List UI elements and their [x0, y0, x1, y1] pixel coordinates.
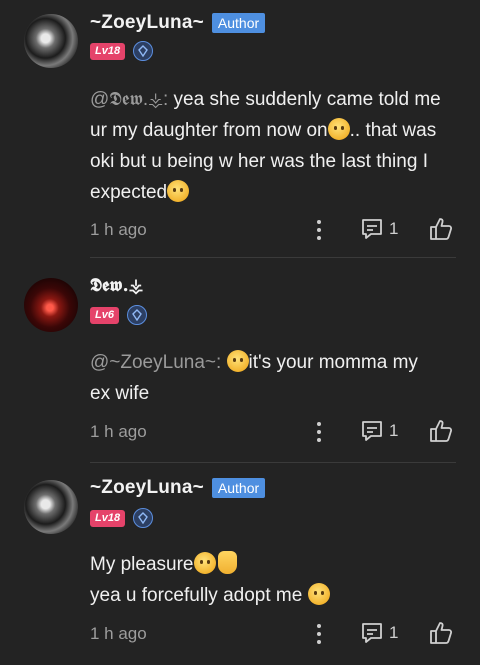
emoji — [226, 350, 249, 372]
avatar[interactable] — [24, 14, 78, 68]
badge-row: Lv18 — [90, 508, 154, 528]
timestamp: 1 h ago — [90, 422, 147, 441]
timestamp: 1 h ago — [90, 624, 147, 643]
reply-button[interactable]: 1 — [360, 419, 398, 443]
comment-text: My pleasure yea u forcefully adopt me — [90, 549, 454, 611]
diamond-icon — [126, 305, 147, 325]
comment-item: ~ZoeyLuna~ Author Lv18 @𝕯𝖊𝖜.⚶: yea she s… — [0, 0, 480, 258]
name-row: 𝕯𝖊𝖜.⚶ — [90, 275, 143, 296]
name-row: ~ZoeyLuna~ Author — [90, 477, 266, 499]
reply-count: 1 — [389, 219, 399, 238]
level-badge: Lv18 — [90, 42, 126, 60]
comment-line: yea u forcefully adopt me — [90, 580, 454, 611]
reply-count: 1 — [389, 421, 399, 440]
timestamp: 1 h ago — [90, 220, 147, 239]
badge-row: Lv6 — [90, 305, 147, 325]
mention[interactable]: @~ZoeyLuna~: — [90, 352, 221, 373]
level-badge: Lv6 — [90, 306, 119, 324]
like-icon[interactable] — [428, 418, 454, 449]
comment-text: @𝕯𝖊𝖜.⚶: yea she suddenly came told me ur… — [90, 84, 454, 208]
username[interactable]: ~ZoeyLuna~ — [90, 477, 204, 499]
diamond-icon — [133, 41, 154, 61]
reply-icon — [362, 219, 382, 239]
hand-emoji — [217, 551, 237, 574]
emoji — [307, 583, 330, 605]
reply-icon — [362, 421, 382, 441]
author-badge: Author — [211, 13, 266, 33]
reply-button[interactable]: 1 — [360, 621, 398, 645]
emoji — [193, 552, 216, 574]
comment-item: ~ZoeyLuna~ Author Lv18 My pleasure yea u… — [0, 463, 480, 665]
reply-count: 1 — [389, 623, 399, 642]
meta-row: 1 h ago 1 — [90, 619, 456, 649]
diamond-icon — [133, 508, 154, 528]
comment-line: My pleasure — [90, 549, 454, 580]
emoji — [167, 180, 190, 202]
emoji — [327, 118, 350, 140]
comment-text-part: yea u forcefully adopt me — [90, 585, 303, 606]
avatar[interactable] — [24, 278, 78, 332]
avatar[interactable] — [24, 480, 78, 534]
meta-row: 1 h ago 1 — [90, 417, 456, 447]
comment-text-part: My pleasure — [90, 554, 194, 575]
reply-icon — [362, 623, 382, 643]
comment-text: @~ZoeyLuna~: it's your momma my ex wife — [90, 347, 430, 409]
more-icon[interactable] — [316, 422, 322, 442]
badge-row: Lv18 — [90, 41, 154, 61]
like-icon[interactable] — [428, 216, 454, 247]
meta-row: 1 h ago 1 — [90, 215, 456, 245]
more-icon[interactable] — [316, 624, 322, 644]
level-badge: Lv18 — [90, 509, 126, 527]
username[interactable]: ~ZoeyLuna~ — [90, 12, 204, 34]
comment-item: 𝕯𝖊𝖜.⚶ Lv6 @~ZoeyLuna~: it's your momma m… — [0, 258, 480, 463]
name-row: ~ZoeyLuna~ Author — [90, 12, 266, 34]
more-icon[interactable] — [316, 220, 322, 240]
reply-button[interactable]: 1 — [360, 217, 398, 241]
mention[interactable]: @𝕯𝖊𝖜.⚶: — [90, 89, 168, 110]
username[interactable]: 𝕯𝖊𝖜.⚶ — [90, 275, 143, 296]
like-icon[interactable] — [428, 620, 454, 651]
author-badge: Author — [211, 478, 266, 498]
